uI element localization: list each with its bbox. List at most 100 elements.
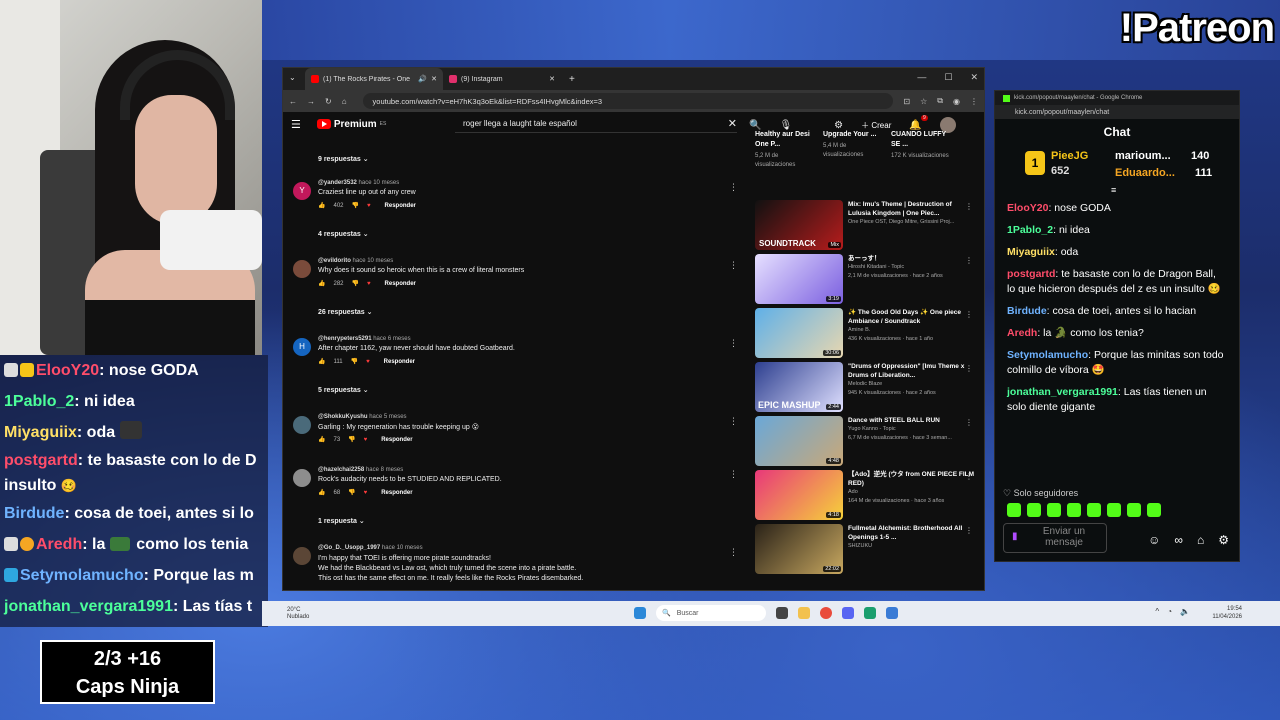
tab-instagram[interactable]: (9) Instagram ✕ — [443, 68, 561, 90]
related-video[interactable]: SOUNDTRACK Mix Mix: Imu's Theme | Destru… — [755, 200, 975, 254]
search-input[interactable]: roger llega a laught tale español ✕ — [455, 115, 737, 133]
dislike-icon[interactable]: 👎 — [352, 280, 359, 287]
related-video[interactable]: EPIC MASHUP 2:44 "Drums of Oppression" [… — [755, 362, 975, 416]
close-tab-icon[interactable]: ✕ — [549, 75, 555, 83]
url-input[interactable]: youtube.com/watch?v=eH7hK3q3oEk&list=RDF… — [362, 93, 894, 109]
video-thumbnail[interactable]: 4:48 — [755, 416, 843, 466]
comment-menu-icon[interactable]: ⋮ — [729, 547, 738, 558]
search-icon[interactable]: 🔍 — [749, 120, 761, 131]
tab-youtube[interactable]: (1) The Rocks Pirates - One 🔊 ✕ — [305, 68, 443, 90]
like-icon[interactable]: 👍 — [318, 358, 325, 365]
emote-icon[interactable] — [1047, 503, 1061, 517]
chrome-icon[interactable] — [820, 607, 832, 619]
profile-icon[interactable]: ◉ — [953, 97, 960, 106]
avatar[interactable] — [293, 416, 311, 434]
like-icon[interactable]: 👍 — [318, 489, 325, 496]
chat-username[interactable]: Birdude — [1007, 305, 1047, 317]
chat-input[interactable]: ▮ Enviar un mensaje — [1003, 523, 1107, 553]
network-icon[interactable]: ◔ — [1167, 607, 1172, 616]
clear-search-icon[interactable]: ✕ — [728, 117, 737, 130]
close-tab-icon[interactable]: ✕ — [431, 75, 437, 83]
related-video[interactable]: 4:18 【Ado】逆光 (ウタ from ONE PIECE FILM RED… — [755, 470, 975, 524]
avatar[interactable]: Y — [293, 182, 311, 200]
link-icon[interactable]: ∞ — [1174, 533, 1183, 547]
emoji-icon[interactable]: ☺ — [1148, 533, 1160, 547]
comment-menu-icon[interactable]: ⋮ — [729, 416, 738, 427]
comment-author[interactable]: @henrypeters5291 — [318, 336, 372, 342]
reply-button[interactable]: Responder — [385, 281, 416, 287]
chevron-up-icon[interactable]: ^ — [1155, 607, 1159, 616]
comment-author[interactable]: @evildorito — [318, 258, 351, 264]
comment-author[interactable]: @yander3532 — [318, 180, 357, 186]
tab-list-icon[interactable]: ⌄ — [289, 73, 296, 82]
chat-username[interactable]: Setymolamucho — [1007, 349, 1088, 361]
reply-button[interactable]: Responder — [385, 203, 416, 209]
avatar[interactable] — [293, 547, 311, 565]
discord-icon[interactable] — [842, 607, 854, 619]
kick-url[interactable]: kick.com/popout/maaylen/chat — [995, 105, 1239, 119]
store-icon[interactable]: ⌂ — [1197, 533, 1204, 547]
home-icon[interactable]: ⌂ — [342, 97, 347, 106]
task-view-icon[interactable] — [776, 607, 788, 619]
start-icon[interactable] — [634, 607, 646, 619]
extensions-icon[interactable]: ⧉ — [937, 96, 943, 106]
youtube-premium-logo[interactable]: Premium ES — [316, 119, 386, 130]
speaker-icon[interactable]: 🔊 — [418, 75, 427, 83]
related-video[interactable]: 22:02 Fullmetal Alchemist: Brotherhood A… — [755, 524, 975, 578]
video-thumbnail[interactable]: 22:02 — [755, 524, 843, 574]
extension-icon[interactable]: ⚙ — [834, 120, 843, 131]
gift-icon[interactable]: ▮ — [1012, 531, 1018, 542]
related-video[interactable]: 4:48 Dance with STEEL BALL RUN Yugo Kann… — [755, 416, 975, 470]
video-thumbnail[interactable]: EPIC MASHUP 2:44 — [755, 362, 843, 412]
video-menu-icon[interactable]: ⋮ — [965, 202, 973, 211]
video-menu-icon[interactable]: ⋮ — [965, 418, 973, 427]
video-menu-icon[interactable]: ⋮ — [965, 526, 973, 535]
replies-toggle[interactable]: 1 respuesta ⌄ — [293, 506, 748, 537]
short-item[interactable]: Upgrade Your ... 5,4 M de visualizacione… — [823, 130, 883, 192]
menu-icon[interactable]: ⋮ — [970, 97, 978, 106]
video-menu-icon[interactable]: ⋮ — [965, 472, 973, 481]
chat-username[interactable]: ElooY20 — [1007, 202, 1048, 214]
dislike-icon[interactable]: 👎 — [351, 358, 358, 365]
avatar[interactable] — [293, 260, 311, 278]
clock[interactable]: 19:54 11/04/2026 — [1212, 605, 1242, 621]
voice-search-icon[interactable]: 🎙 — [779, 120, 792, 131]
video-thumbnail[interactable]: 30:06 — [755, 308, 843, 358]
chat-username[interactable]: Aredh — [1007, 327, 1037, 339]
dislike-icon[interactable]: 👎 — [352, 202, 359, 209]
reply-button[interactable]: Responder — [381, 490, 412, 496]
comment-author[interactable]: @ShokkuKyushu — [318, 414, 368, 420]
dislike-icon[interactable]: 👎 — [348, 436, 355, 443]
replies-toggle[interactable]: 9 respuestas ⌄ — [293, 154, 748, 172]
reply-button[interactable]: Responder — [384, 359, 415, 365]
avatar[interactable] — [293, 469, 311, 487]
video-menu-icon[interactable]: ⋮ — [965, 364, 973, 373]
emote-icon[interactable] — [1147, 503, 1161, 517]
create-button[interactable]: ＋ Crear — [861, 120, 891, 131]
chat-username[interactable]: postgartd — [1007, 268, 1055, 280]
replies-toggle[interactable]: 26 respuestas ⌄ — [293, 297, 748, 328]
hamburger-icon[interactable]: ☰ — [291, 118, 301, 131]
settings-icon[interactable]: ⚙ — [1218, 533, 1229, 547]
emote-icon[interactable] — [1107, 503, 1121, 517]
short-item[interactable]: Healthy aur Desi One P... 5,2 M de visua… — [755, 130, 815, 192]
video-thumbnail[interactable]: 4:18 — [755, 470, 843, 520]
chat-username[interactable]: 1Pablo_2 — [1007, 224, 1053, 236]
app-icon[interactable] — [886, 607, 898, 619]
comment-menu-icon[interactable]: ⋮ — [729, 260, 738, 271]
notifications-icon[interactable]: 🔔 9 — [909, 114, 928, 131]
comment-author[interactable]: @Go_D._Usopp_1997 — [318, 545, 380, 551]
video-thumbnail[interactable]: 3:19 — [755, 254, 843, 304]
minimize-icon[interactable]: — — [917, 72, 926, 83]
reply-button[interactable]: Responder — [381, 437, 412, 443]
volume-icon[interactable]: 🔈 — [1180, 607, 1190, 616]
emote-icon[interactable] — [1087, 503, 1101, 517]
forward-icon[interactable]: → — [307, 97, 315, 106]
back-icon[interactable]: ← — [289, 97, 297, 106]
replies-toggle[interactable]: 4 respuestas ⌄ — [293, 219, 748, 250]
like-icon[interactable]: 👍 — [318, 436, 325, 443]
emote-icon[interactable] — [1127, 503, 1141, 517]
video-thumbnail[interactable]: SOUNDTRACK Mix — [755, 200, 843, 250]
video-menu-icon[interactable]: ⋮ — [965, 256, 973, 265]
emote-icon[interactable] — [1027, 503, 1041, 517]
